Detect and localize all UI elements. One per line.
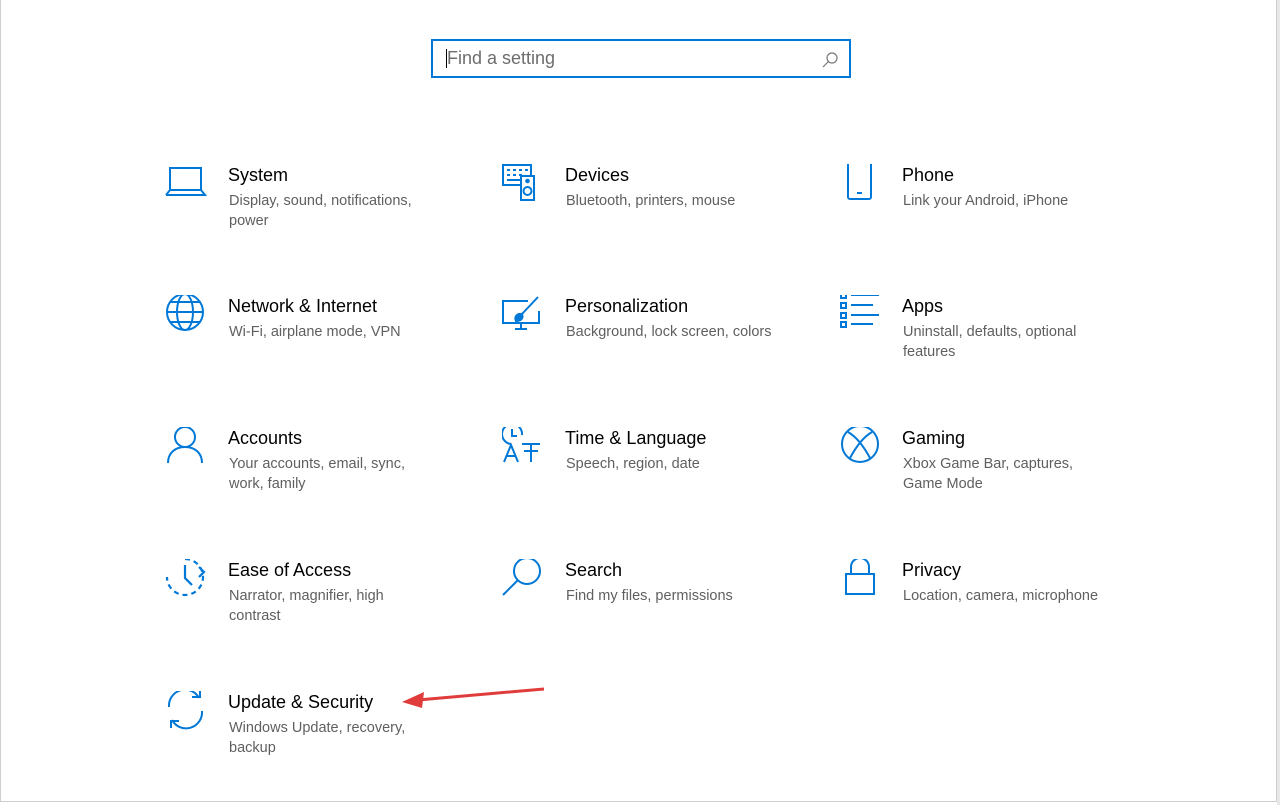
tile-description: Windows Update, recovery, backup <box>229 720 406 756</box>
tile-description: Location, camera, microphone <box>903 588 1099 604</box>
tile-description: Find my files, permissions <box>566 588 733 604</box>
tile-accounts[interactable]: Accounts Your accounts, email, sync, wor… <box>165 427 465 527</box>
tile-title: Privacy <box>902 560 962 580</box>
tile-title: Update & Security <box>228 692 374 712</box>
globe-icon <box>165 295 207 337</box>
tile-network-internet[interactable]: Network & Internet Wi-Fi, airplane mode,… <box>165 295 465 395</box>
tile-time-language[interactable]: Time & Language Speech, region, date <box>502 427 802 527</box>
tile-description: Speech, region, date <box>566 456 700 472</box>
tile-title: Personalization <box>565 296 689 316</box>
tile-title: Search <box>565 560 623 580</box>
tile-description: Narrator, magnifier, high contrast <box>229 588 384 624</box>
tile-description: Background, lock screen, colors <box>566 324 772 340</box>
tile-title: Time & Language <box>565 428 707 448</box>
tile-title: Accounts <box>228 428 303 448</box>
tile-system[interactable]: System Display, sound, notifications, po… <box>165 164 465 264</box>
tile-description: Xbox Game Bar, captures, Game Mode <box>903 456 1074 492</box>
tile-privacy[interactable]: Privacy Location, camera, microphone <box>839 559 1139 659</box>
tile-description: Uninstall, defaults, optional features <box>903 324 1077 360</box>
xbox-icon <box>839 427 881 469</box>
search-input[interactable] <box>433 41 849 76</box>
sync-arrows-icon <box>165 691 207 733</box>
ease-of-access-icon <box>165 559 207 601</box>
laptop-icon <box>165 164 207 206</box>
lock-icon <box>839 559 881 601</box>
tile-ease-of-access[interactable]: Ease of Access Narrator, magnifier, high… <box>165 559 465 659</box>
tile-description: Wi-Fi, airplane mode, VPN <box>229 324 401 340</box>
time-language-icon <box>502 427 544 469</box>
search-box[interactable] <box>431 39 851 78</box>
text-cursor <box>446 49 447 68</box>
tile-description: Link your Android, iPhone <box>903 193 1069 209</box>
person-icon <box>165 427 207 469</box>
tile-description: Display, sound, notifications, power <box>229 193 412 229</box>
tile-title: Devices <box>565 165 630 185</box>
tile-phone[interactable]: Phone Link your Android, iPhone <box>839 164 1139 264</box>
tile-title: System <box>228 165 289 185</box>
paint-brush-icon <box>502 295 544 337</box>
tile-title: Gaming <box>902 428 966 448</box>
keyboard-speaker-icon <box>502 164 544 206</box>
tile-description: Your accounts, email, sync, work, family <box>229 456 405 492</box>
tile-gaming[interactable]: Gaming Xbox Game Bar, captures, Game Mod… <box>839 427 1139 527</box>
tile-search[interactable]: Search Find my files, permissions <box>502 559 802 659</box>
magnifier-icon <box>502 559 544 601</box>
tile-title: Ease of Access <box>228 560 352 580</box>
phone-icon <box>839 164 881 206</box>
apps-list-icon <box>839 295 881 337</box>
tile-title: Apps <box>902 296 944 316</box>
tile-devices[interactable]: Devices Bluetooth, printers, mouse <box>502 164 802 264</box>
settings-window <box>0 0 1277 802</box>
tile-description: Bluetooth, printers, mouse <box>566 193 736 209</box>
tile-title: Phone <box>902 165 955 185</box>
annotation-arrow <box>402 687 545 708</box>
tile-title: Network & Internet <box>228 296 378 316</box>
tile-personalization[interactable]: Personalization Background, lock screen,… <box>502 295 802 395</box>
search-icon[interactable] <box>821 51 839 69</box>
tile-apps[interactable]: Apps Uninstall, defaults, optional featu… <box>839 295 1139 395</box>
